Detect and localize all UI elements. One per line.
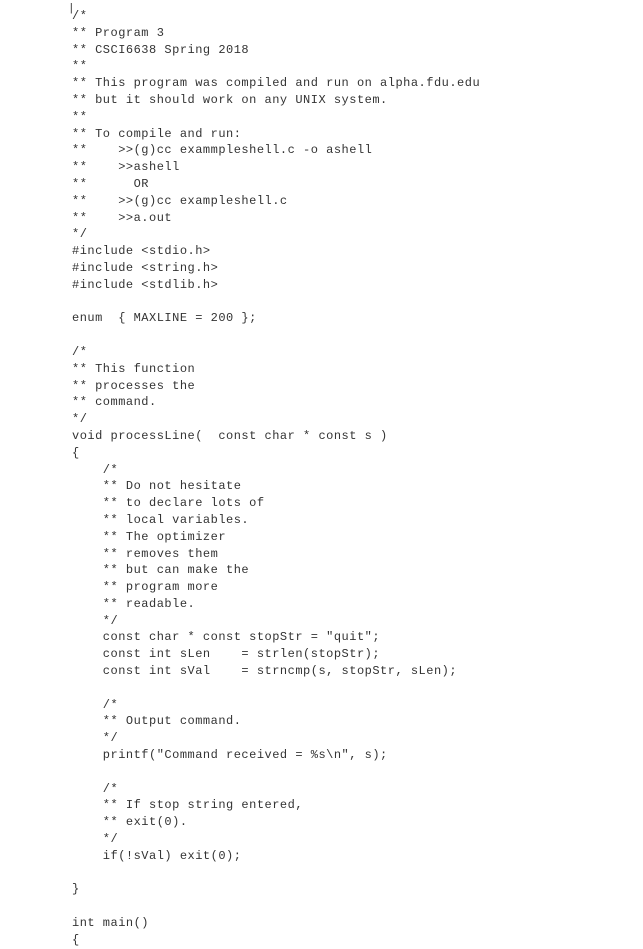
code-line: ** exit(0).: [72, 814, 643, 831]
code-line: ** To compile and run:: [72, 126, 643, 143]
code-line: int main(): [72, 915, 643, 932]
code-line: [72, 764, 643, 781]
code-line: [72, 898, 643, 915]
code-line: /*: [72, 8, 643, 25]
code-line: */: [72, 730, 643, 747]
code-line: /*: [72, 462, 643, 479]
code-line: /*: [72, 344, 643, 361]
code-line: ** The optimizer: [72, 529, 643, 546]
code-line: */: [72, 226, 643, 243]
code-line: const int sVal = strncmp(s, stopStr, sLe…: [72, 663, 643, 680]
code-line: ** but can make the: [72, 562, 643, 579]
code-line: const char * const stopStr = "quit";: [72, 629, 643, 646]
code-line: enum { MAXLINE = 200 };: [72, 310, 643, 327]
code-line: void processLine( const char * const s ): [72, 428, 643, 445]
code-line: ** command.: [72, 394, 643, 411]
code-line: ** CSCI6638 Spring 2018: [72, 42, 643, 59]
code-line: #include <stdio.h>: [72, 243, 643, 260]
code-line: ** OR: [72, 176, 643, 193]
code-line: **: [72, 58, 643, 75]
code-line: printf("Command received = %s\n", s);: [72, 747, 643, 764]
code-line: ** >>ashell: [72, 159, 643, 176]
code-line: */: [72, 613, 643, 630]
code-line: ** Do not hesitate: [72, 478, 643, 495]
code-line: [72, 680, 643, 697]
code-line: }: [72, 881, 643, 898]
code-line: */: [72, 411, 643, 428]
code-line: ** but it should work on any UNIX system…: [72, 92, 643, 109]
code-line: ** >>(g)cc exampleshell.c: [72, 193, 643, 210]
code-line: ** If stop string entered,: [72, 797, 643, 814]
code-line: #include <string.h>: [72, 260, 643, 277]
code-line: [72, 294, 643, 311]
code-line: [72, 865, 643, 882]
code-line: [72, 327, 643, 344]
code-line: ** to declare lots of: [72, 495, 643, 512]
code-line: ** This function: [72, 361, 643, 378]
code-line: #include <stdlib.h>: [72, 277, 643, 294]
code-line: ** local variables.: [72, 512, 643, 529]
code-line: ** >>a.out: [72, 210, 643, 227]
code-line: /*: [72, 781, 643, 798]
code-line: /*: [72, 697, 643, 714]
code-line: ** removes them: [72, 546, 643, 563]
code-line: ** readable.: [72, 596, 643, 613]
text-cursor: |: [68, 2, 75, 17]
code-line: ** Program 3: [72, 25, 643, 42]
code-line: **: [72, 109, 643, 126]
code-block: /*** Program 3** CSCI6638 Spring 2018***…: [72, 8, 643, 949]
code-line: ** >>(g)cc exammpleshell.c -o ashell: [72, 142, 643, 159]
code-line: const int sLen = strlen(stopStr);: [72, 646, 643, 663]
code-line: ** Output command.: [72, 713, 643, 730]
code-line: ** processes the: [72, 378, 643, 395]
code-line: {: [72, 445, 643, 462]
code-line: ** program more: [72, 579, 643, 596]
code-line: if(!sVal) exit(0);: [72, 848, 643, 865]
code-line: {: [72, 932, 643, 949]
code-line: */: [72, 831, 643, 848]
code-line: ** This program was compiled and run on …: [72, 75, 643, 92]
